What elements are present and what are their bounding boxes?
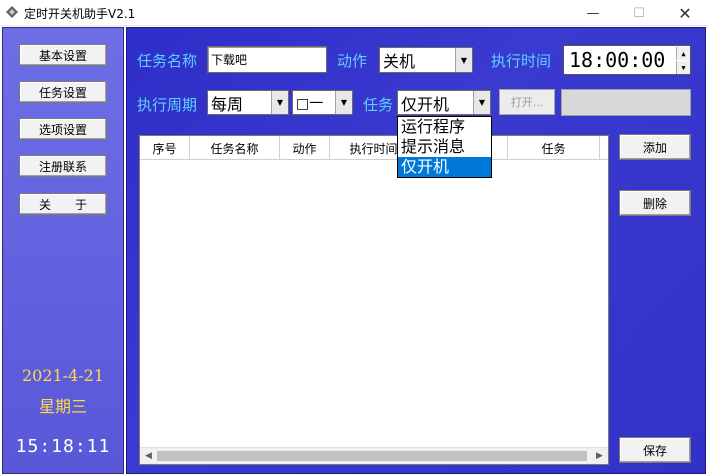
task-label: 任务 bbox=[363, 96, 394, 114]
scroll-right-icon[interactable]: ▶ bbox=[591, 448, 608, 464]
exec-time-value: 18:00:00 bbox=[569, 48, 666, 72]
column-header[interactable]: 任务名称 bbox=[190, 136, 280, 160]
minimize-button[interactable]: — bbox=[570, 0, 616, 26]
basic-settings-button[interactable]: 基本设置 bbox=[19, 44, 107, 66]
period-select-value: 每周 bbox=[211, 94, 244, 114]
exec-time-input[interactable]: 18:00:00 ▲ ▼ bbox=[563, 45, 691, 75]
open-file-button[interactable]: 打开... bbox=[499, 89, 555, 115]
period-label: 执行周期 bbox=[137, 96, 198, 114]
column-header[interactable]: 任务 bbox=[508, 136, 600, 160]
about-button[interactable]: 关 于 bbox=[19, 193, 107, 215]
delete-button[interactable]: 删除 bbox=[619, 190, 691, 216]
horizontal-scrollbar[interactable]: ◀ ▶ bbox=[140, 447, 608, 464]
exec-time-label: 执行时间 bbox=[491, 52, 552, 70]
app-icon bbox=[6, 6, 18, 18]
current-weekday: 星期三 bbox=[38, 397, 87, 416]
action-label: 动作 bbox=[337, 52, 368, 70]
task-table[interactable]: 序号 任务名称 动作 执行时间 任务 ◀ ▶ bbox=[139, 135, 609, 465]
weekday-select[interactable]: □一 ▼ bbox=[292, 90, 353, 115]
register-contact-button[interactable]: 注册联系 bbox=[19, 155, 107, 177]
task-name-input[interactable]: 下载吧 bbox=[207, 46, 327, 73]
weekday-select-value: □一 bbox=[296, 95, 324, 112]
current-clock: 15:18:11 bbox=[15, 436, 111, 457]
chevron-down-icon[interactable]: ▼ bbox=[473, 91, 490, 114]
scroll-left-icon[interactable]: ◀ bbox=[140, 448, 157, 464]
title-bar: 定时开关机助手V2.1 — ☐ ✕ bbox=[0, 0, 708, 26]
action-select-value: 关机 bbox=[383, 52, 416, 71]
task-type-select[interactable]: 仅开机 ▼ bbox=[397, 90, 491, 115]
column-header[interactable]: 动作 bbox=[280, 136, 330, 160]
task-type-dropdown[interactable]: 运行程序 提示消息 仅开机 bbox=[397, 116, 492, 178]
spin-down-icon[interactable]: ▼ bbox=[676, 61, 690, 74]
chevron-down-icon[interactable]: ▼ bbox=[455, 48, 472, 72]
task-type-select-value: 仅开机 bbox=[401, 94, 450, 114]
dropdown-option[interactable]: 提示消息 bbox=[398, 137, 491, 157]
table-header: 序号 任务名称 动作 执行时间 任务 bbox=[140, 136, 608, 160]
task-name-label: 任务名称 bbox=[137, 52, 198, 70]
sidebar: 基本设置 任务设置 选项设置 注册联系 关 于 2021-4-21 星期三 15… bbox=[2, 27, 124, 474]
dropdown-option-selected[interactable]: 仅开机 bbox=[398, 157, 491, 177]
spin-up-icon[interactable]: ▲ bbox=[676, 47, 690, 60]
scrollbar-thumb[interactable] bbox=[157, 451, 587, 461]
option-settings-button[interactable]: 选项设置 bbox=[19, 118, 107, 140]
close-button[interactable]: ✕ bbox=[662, 0, 708, 26]
chevron-down-icon[interactable]: ▼ bbox=[335, 91, 352, 114]
dropdown-option[interactable]: 运行程序 bbox=[398, 117, 491, 137]
task-settings-panel: 任务名称 下载吧 动作 关机 ▼ 执行时间 18:00:00 ▲ ▼ 执行周期 … bbox=[126, 27, 706, 474]
current-date: 2021-4-21 bbox=[21, 366, 105, 385]
column-header[interactable]: 序号 bbox=[140, 136, 190, 160]
add-button[interactable]: 添加 bbox=[619, 134, 691, 160]
window-title: 定时开关机助手V2.1 bbox=[24, 7, 136, 21]
maximize-button[interactable]: ☐ bbox=[616, 0, 662, 26]
program-path-input[interactable] bbox=[561, 89, 691, 116]
save-button[interactable]: 保存 bbox=[619, 437, 691, 463]
chevron-down-icon[interactable]: ▼ bbox=[271, 91, 288, 114]
period-select[interactable]: 每周 ▼ bbox=[207, 90, 289, 115]
task-settings-button[interactable]: 任务设置 bbox=[19, 81, 107, 103]
action-select[interactable]: 关机 ▼ bbox=[379, 47, 473, 73]
